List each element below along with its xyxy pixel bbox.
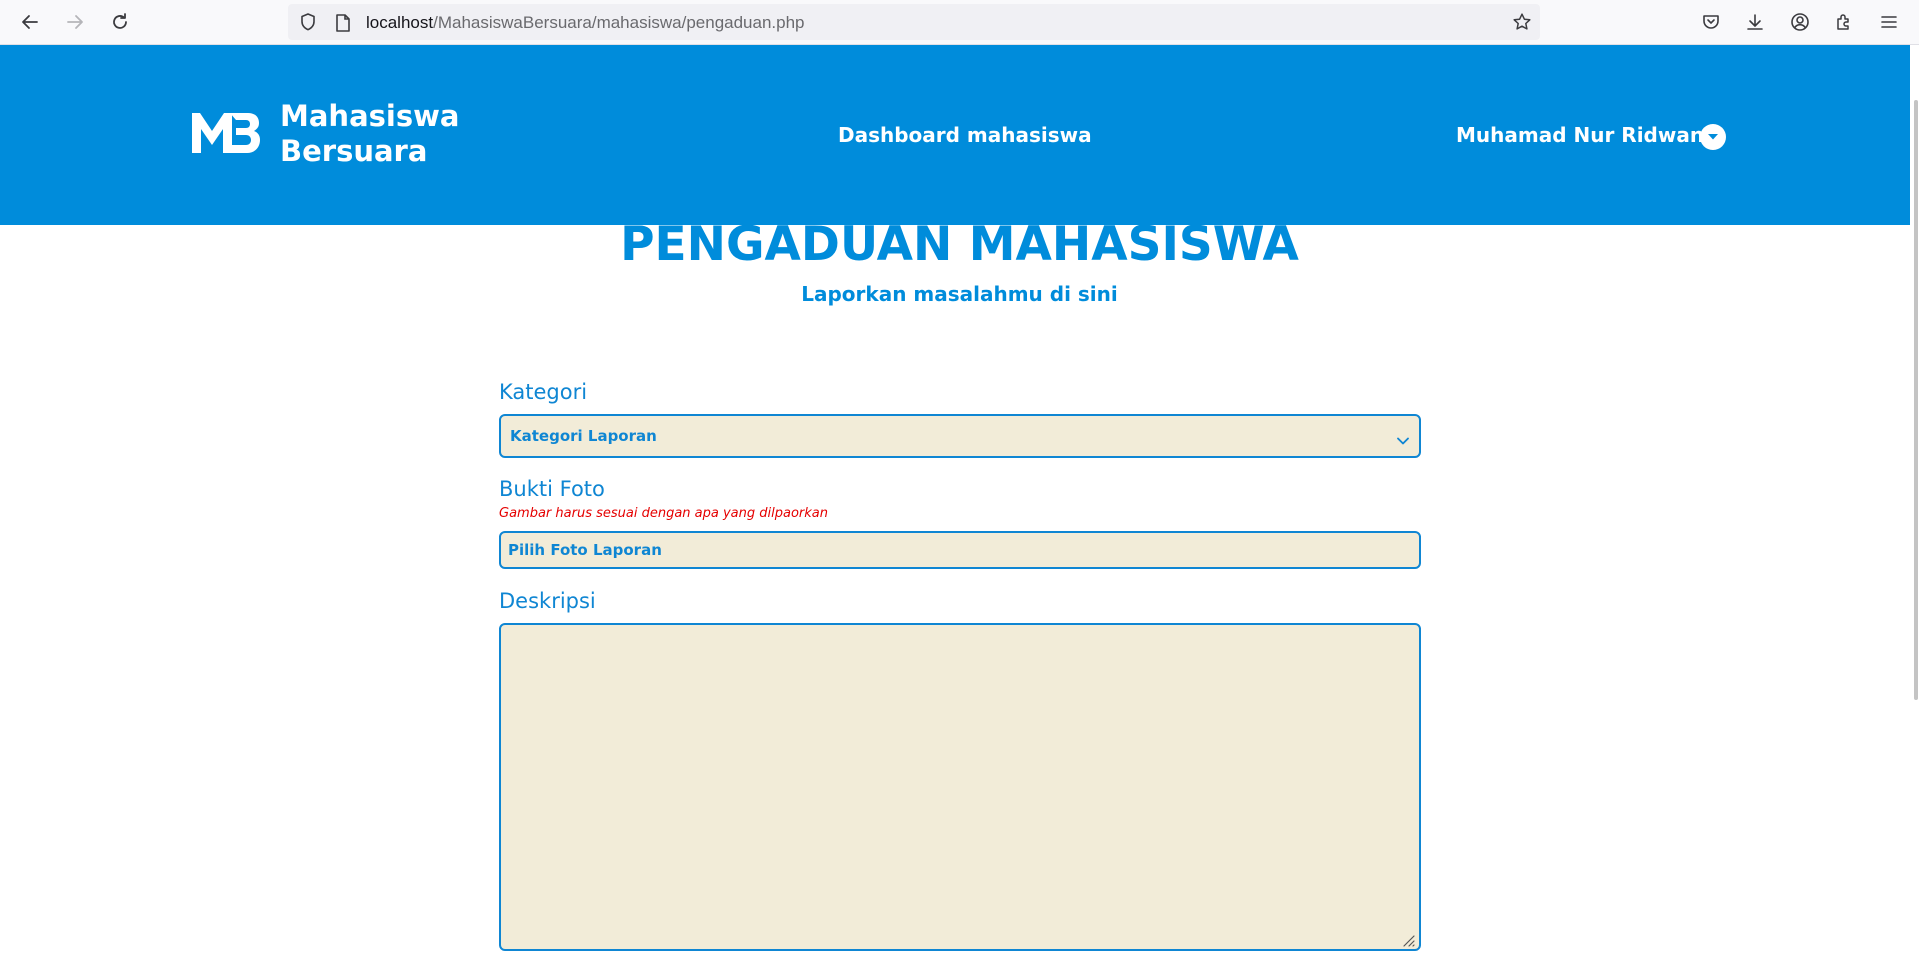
scrollbar-thumb[interactable] <box>1914 100 1918 700</box>
browser-toolbar: localhost/MahasiswaBersuara/mahasiswa/pe… <box>0 0 1919 45</box>
nav-dashboard-link[interactable]: Dashboard mahasiswa <box>838 123 1092 147</box>
kategori-select[interactable]: Kategori Laporan <box>499 414 1421 458</box>
pocket-icon[interactable] <box>1697 8 1725 36</box>
deskripsi-textarea[interactable] <box>499 623 1421 951</box>
brand-line-1: Mahasiswa <box>280 99 460 133</box>
address-bar[interactable]: localhost/MahasiswaBersuara/mahasiswa/pe… <box>288 4 1540 40</box>
bookmark-star-icon[interactable] <box>1512 12 1532 36</box>
file-input-placeholder: Pilih Foto Laporan <box>508 541 662 559</box>
chevron-down-icon <box>1397 430 1409 449</box>
page-subtitle: Laporkan masalahmu di sini <box>801 282 1118 306</box>
bukti-foto-file-input[interactable]: Pilih Foto Laporan <box>499 531 1421 569</box>
download-icon[interactable] <box>1741 8 1769 36</box>
kategori-label: Kategori <box>499 380 588 404</box>
brand-name[interactable]: Mahasiswa Bersuara <box>280 99 459 169</box>
user-menu-toggle[interactable] <box>1700 124 1726 150</box>
bukti-foto-hint: Gambar harus sesuai dengan apa yang dilp… <box>499 506 828 521</box>
site-header: Mahasiswa Bersuara Dashboard mahasiswa M… <box>0 45 1919 225</box>
mb-logo-icon <box>192 113 260 153</box>
brand-line-2: Bersuara <box>280 134 428 168</box>
shield-icon[interactable] <box>298 12 318 36</box>
menu-icon[interactable] <box>1875 8 1903 36</box>
page-title: PENGADUAN MAHASISWA <box>620 217 1299 272</box>
reload-icon[interactable] <box>106 8 134 36</box>
url-path: /MahasiswaBersuara/mahasiswa/pengaduan.p… <box>433 13 805 32</box>
page-icon[interactable] <box>334 13 352 37</box>
kategori-selected-value: Kategori Laporan <box>510 427 657 445</box>
account-icon[interactable] <box>1786 8 1814 36</box>
url-text[interactable]: localhost/MahasiswaBersuara/mahasiswa/pe… <box>366 13 805 33</box>
deskripsi-label: Deskripsi <box>499 589 596 613</box>
back-arrow-icon[interactable] <box>16 8 44 36</box>
resize-grip-icon[interactable] <box>1401 932 1415 951</box>
user-name[interactable]: Muhamad Nur Ridwan <box>1456 123 1704 147</box>
caret-down-icon <box>1708 134 1718 140</box>
logo-mark[interactable] <box>190 107 262 157</box>
url-host: localhost <box>366 13 434 32</box>
bukti-foto-label: Bukti Foto <box>499 477 605 501</box>
extensions-icon[interactable] <box>1830 8 1858 36</box>
forward-arrow-icon[interactable] <box>61 8 89 36</box>
